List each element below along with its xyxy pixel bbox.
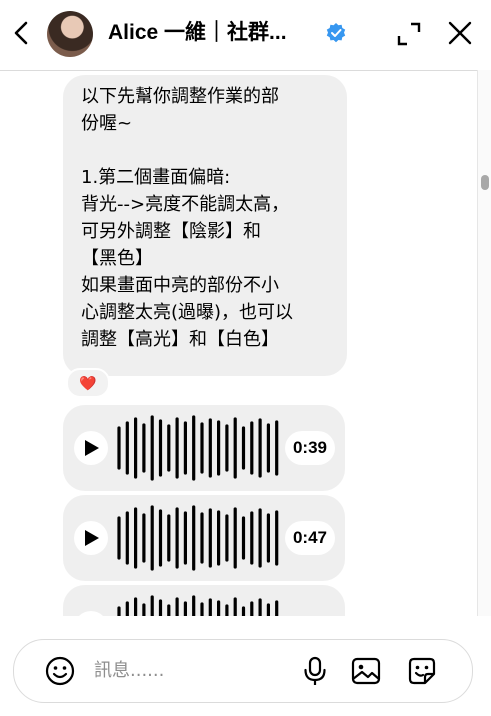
waveform xyxy=(117,415,279,481)
message-input[interactable]: 訊息...... xyxy=(94,657,294,685)
back-icon[interactable] xyxy=(8,19,36,47)
play-button[interactable] xyxy=(74,611,108,616)
scrollbar[interactable] xyxy=(477,70,491,616)
sticker-icon[interactable] xyxy=(406,655,438,687)
emoji-icon[interactable] xyxy=(44,655,76,687)
voice-duration: 0:47 xyxy=(284,521,335,555)
image-icon[interactable] xyxy=(350,655,382,687)
voice-message-2[interactable]: 0:47 xyxy=(63,495,345,581)
expand-icon[interactable] xyxy=(395,20,423,48)
waveform xyxy=(117,505,279,571)
text-message-bubble[interactable]: 以下先幫你調整作業的部 份喔~ 1.第二個畫面偏暗: 背光-->亮度不能調太高，… xyxy=(63,75,347,376)
play-icon xyxy=(74,611,108,616)
play-icon xyxy=(85,530,99,546)
play-icon xyxy=(85,440,99,456)
avatar[interactable] xyxy=(47,11,93,57)
scrollbar-thumb[interactable] xyxy=(481,175,489,190)
play-button[interactable] xyxy=(74,521,108,555)
message-thread[interactable]: 以下先幫你調整作業的部 份喔~ 1.第二個畫面偏暗: 背光-->亮度不能調太高，… xyxy=(0,71,476,616)
chat-header: Alice 一維｜社群... xyxy=(0,0,491,71)
heart-reaction[interactable]: ❤️ xyxy=(66,368,110,398)
microphone-icon[interactable] xyxy=(299,655,331,687)
voice-duration: 0:39 xyxy=(284,431,335,465)
close-icon[interactable] xyxy=(446,19,474,47)
play-button[interactable] xyxy=(74,431,108,465)
verified-badge-icon xyxy=(326,23,346,43)
text-message: 以下先幫你調整作業的部 份喔~ 1.第二個畫面偏暗: 背光-->亮度不能調太高，… xyxy=(81,86,294,350)
chat-title[interactable]: Alice 一維｜社群... xyxy=(108,18,287,48)
waveform xyxy=(117,595,279,616)
voice-message-1[interactable]: 0:39 xyxy=(63,405,345,491)
message-composer: 訊息...... xyxy=(13,639,473,703)
voice-message-3[interactable] xyxy=(63,585,345,616)
